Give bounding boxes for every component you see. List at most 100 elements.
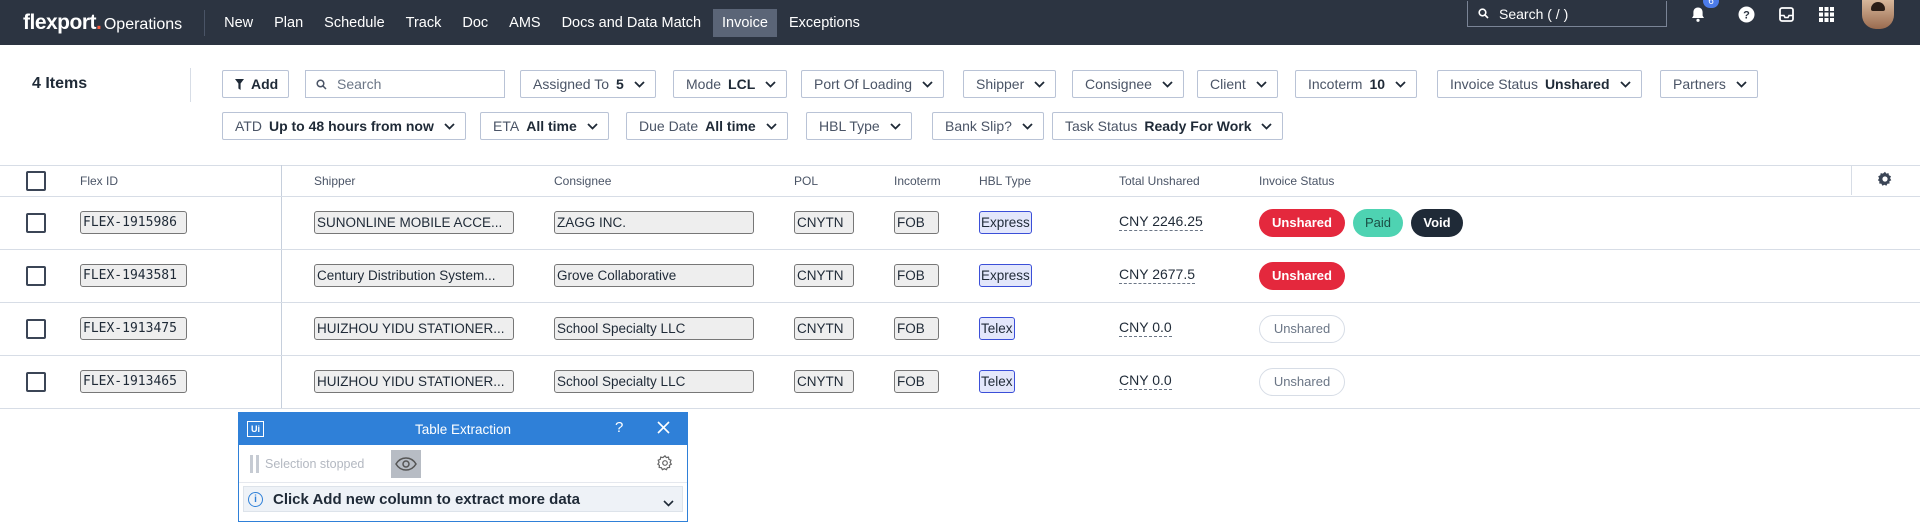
flexport-logo[interactable]: flexport. Operations	[23, 11, 182, 35]
nav-item-plan[interactable]: Plan	[265, 9, 312, 37]
close-icon[interactable]	[657, 421, 670, 437]
total-unshared-amount[interactable]: CNY 0.0	[1119, 372, 1172, 390]
filter-label: Task Status	[1065, 118, 1138, 134]
filter-partners[interactable]: Partners	[1660, 70, 1758, 98]
flex-id-cell[interactable]: FLEX-1915986	[80, 211, 187, 234]
add-filter-label: Add	[251, 76, 279, 92]
status-badge-unshared: Unshared	[1259, 367, 1345, 396]
column-header-shipper[interactable]: Shipper	[314, 174, 355, 188]
help-icon[interactable]: ?	[1732, 0, 1760, 28]
info-icon: i	[248, 491, 263, 507]
flex-id-cell[interactable]: FLEX-1913465	[80, 370, 187, 393]
filter-assigned-to[interactable]: Assigned To 5	[520, 70, 656, 98]
add-filter-button[interactable]: Add	[222, 70, 290, 98]
hbl-type-cell: Telex	[979, 317, 1015, 340]
apps-grid-icon[interactable]	[1812, 0, 1840, 28]
toolbar-divider	[190, 68, 191, 102]
preview-eye-button[interactable]	[391, 450, 421, 478]
hbl-type-cell: Express	[979, 211, 1032, 234]
total-unshared-amount[interactable]: CNY 2246.25	[1119, 213, 1203, 231]
user-avatar[interactable]	[1862, 0, 1894, 29]
column-header-pol[interactable]: POL	[794, 174, 818, 188]
eye-icon	[395, 457, 417, 471]
svg-text:?: ?	[1743, 9, 1750, 21]
shipper-cell: Century Distribution System...	[314, 264, 514, 287]
row-checkbox[interactable]	[26, 265, 46, 286]
chevron-down-icon	[587, 122, 598, 130]
row-checkbox[interactable]	[26, 318, 46, 339]
nav-item-invoice[interactable]: Invoice	[713, 8, 777, 37]
top-nav: flexport. Operations New Plan Schedule Trac…	[0, 0, 1920, 45]
status-badge-void: Void	[1411, 208, 1463, 237]
filter-due-date[interactable]: Due Date All time	[626, 112, 788, 140]
consignee-cell: School Specialty LLC	[554, 317, 754, 340]
row-divider	[0, 302, 1920, 303]
filter-eta[interactable]: ETA All time	[480, 112, 609, 140]
filter-label: Client	[1210, 76, 1246, 92]
header-row-divider	[0, 196, 1920, 197]
filter-invoice-status[interactable]: Invoice Status Unshared	[1437, 70, 1642, 98]
total-unshared-amount[interactable]: CNY 2677.5	[1119, 266, 1196, 284]
brand-subtitle: Operations	[103, 15, 183, 33]
chevron-down-icon[interactable]	[663, 494, 674, 512]
global-search-input[interactable]: Search ( / )	[1467, 1, 1667, 27]
chevron-down-icon	[634, 80, 645, 88]
items-count: 4 Items	[32, 75, 88, 92]
table-search-input[interactable]: Search	[305, 70, 505, 98]
nav-item-schedule[interactable]: Schedule	[315, 9, 393, 37]
chevron-down-icon	[1162, 80, 1173, 88]
chevron-down-icon	[444, 122, 455, 130]
chevron-down-icon	[766, 122, 777, 130]
nav-menu: New Plan Schedule Track Doc AMS Docs and Data …	[215, 8, 872, 37]
selection-status: Selection stopped	[265, 457, 365, 471]
filter-bank-slip[interactable]: Bank Slip?	[932, 112, 1044, 140]
chevron-down-icon	[1395, 80, 1406, 88]
column-header-invoice-status[interactable]: Invoice Status	[1259, 174, 1334, 188]
total-unshared-amount[interactable]: CNY 0.0	[1119, 319, 1172, 337]
column-header-consignee[interactable]: Consignee	[554, 174, 611, 188]
flex-id-cell[interactable]: FLEX-1943581	[80, 264, 187, 287]
inbox-icon[interactable]	[1772, 0, 1800, 28]
filter-incoterm[interactable]: Incoterm 10	[1295, 70, 1418, 98]
nav-item-ams[interactable]: AMS	[500, 9, 549, 37]
filter-client[interactable]: Client	[1197, 70, 1278, 98]
filter-mode[interactable]: Mode LCL	[673, 70, 788, 98]
filter-value: All time	[705, 118, 756, 134]
nav-item-track[interactable]: Track	[397, 9, 451, 37]
help-button[interactable]: ?	[615, 419, 623, 436]
filter-task-status[interactable]: Task Status Ready For Work	[1052, 112, 1284, 140]
hbl-type-cell: Express	[979, 264, 1032, 287]
column-header-total-unshared[interactable]: Total Unshared	[1119, 174, 1200, 188]
panel-settings-icon[interactable]	[657, 454, 673, 476]
row-checkbox[interactable]	[26, 212, 46, 233]
nav-item-new[interactable]: New	[215, 9, 262, 37]
status-badge-unshared: Unshared	[1259, 208, 1345, 237]
nav-item-doc[interactable]: Doc	[453, 9, 497, 37]
filter-hbl-type[interactable]: HBL Type	[806, 112, 912, 140]
panel-title-bar[interactable]: Ui Table Extraction ?	[239, 413, 687, 445]
panel-info-banner[interactable]: i Click Add new column to extract more d…	[243, 486, 683, 512]
filter-value: LCL	[728, 76, 756, 92]
flex-id-cell[interactable]: FLEX-1913475	[80, 317, 187, 340]
filter-atd[interactable]: ATD Up to 48 hours from now	[222, 112, 466, 140]
pol-cell: CNYTN	[794, 317, 854, 340]
column-header-incoterm[interactable]: Incoterm	[894, 174, 941, 188]
gear-icon[interactable]	[1877, 171, 1893, 192]
chevron-down-icon	[1736, 80, 1747, 88]
settings-column-divider	[1851, 165, 1852, 195]
filter-label: Invoice Status	[1450, 76, 1538, 92]
search-icon	[316, 78, 327, 90]
nav-item-exceptions[interactable]: Exceptions	[780, 9, 869, 37]
filter-shipper[interactable]: Shipper	[963, 70, 1057, 98]
filter-port-of-loading[interactable]: Port Of Loading	[801, 70, 945, 98]
column-header-flex-id[interactable]: Flex ID	[80, 174, 118, 188]
column-header-hbl-type[interactable]: HBL Type	[979, 174, 1031, 188]
select-all-checkbox[interactable]	[26, 171, 46, 191]
row-divider	[0, 249, 1920, 250]
status-badge-unshared: Unshared	[1259, 314, 1345, 343]
shipper-cell: HUIZHOU YIDU STATIONER...	[314, 317, 514, 340]
frozen-column-divider	[281, 165, 282, 408]
filter-consignee[interactable]: Consignee	[1072, 70, 1184, 98]
nav-item-docs-and-data-match[interactable]: Docs and Data Match	[553, 9, 710, 37]
row-checkbox[interactable]	[26, 371, 46, 392]
